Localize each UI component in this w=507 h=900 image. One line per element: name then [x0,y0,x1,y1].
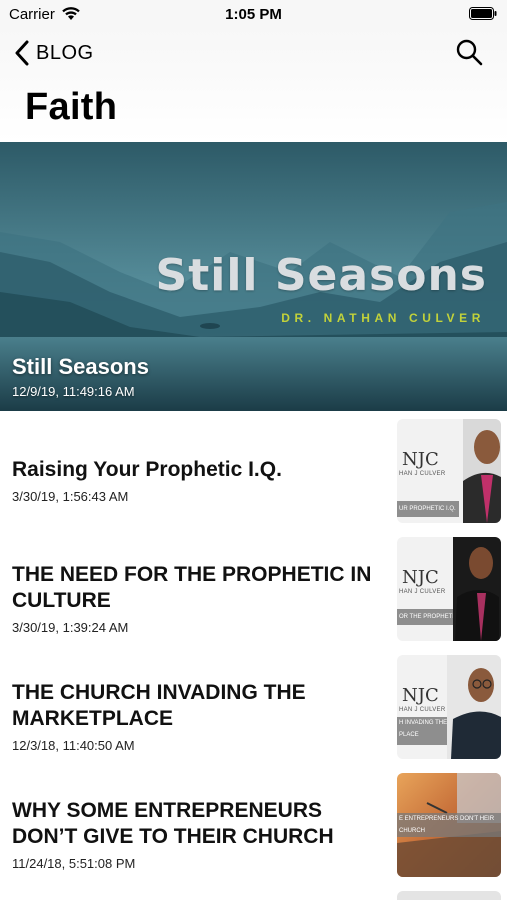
status-bar: Carrier 1:05 PM [0,0,507,28]
featured-post-title: Still Seasons [12,354,149,379]
search-icon[interactable] [455,38,483,66]
speaker-photo [447,655,501,759]
thumb-caption: UR PROPHETIC I.Q. [397,501,459,517]
post-item[interactable]: THE NEED FOR THE PROPHETIC IN CULTURE 3/… [0,529,507,647]
back-label: BLOG [36,41,94,64]
post-title: THE CHURCH INVADING THE MARKETPLACE [12,681,306,730]
post-title: THE NEED FOR THE PROPHETIC IN CULTURE [12,563,372,612]
featured-post[interactable]: Still Seasons DR. NATHAN CULVER Still Se… [0,142,507,411]
thumb-subline: HAN J CULVER [399,707,446,713]
speaker-photo [453,537,501,641]
thumb-monogram: NJC [402,449,439,470]
post-item[interactable]: Raising Your Prophetic I.Q. 3/30/19, 1:5… [0,411,507,529]
thumb-subline: HAN J CULVER [399,589,446,595]
chevron-left-icon [15,40,29,66]
post-thumbnail: NJC HAN J CULVER H INVADING THE PLACE [397,655,501,759]
post-date: 3/30/19, 1:56:43 AM [12,489,129,504]
page-title: Faith [25,86,118,128]
featured-post-date: 12/9/19, 11:49:16 AM [12,384,135,399]
thumb-caption: OR THE PROPHETIC [397,609,459,625]
post-title: Raising Your Prophetic I.Q. [12,458,282,481]
battery-icon [469,7,497,20]
thumb-monogram: NJC [402,685,439,706]
hero-graphic-author: DR. NATHAN CULVER [281,311,485,325]
post-date: 11/24/18, 5:51:08 PM [12,856,136,871]
status-time: 1:05 PM [225,6,282,23]
post-title: WHY SOME ENTREPRENEURS DON’T GIVE TO THE… [12,799,334,848]
post-item[interactable]: THE CHURCH INVADING THE MARKETPLACE 12/3… [0,647,507,765]
thumb-caption: E ENTREPRENEURS DON'T HEIR CHURCH [397,813,501,837]
post-item[interactable]: WHY SOME ENTREPRENEURS DON’T GIVE TO THE… [0,765,507,883]
post-date: 3/30/19, 1:39:24 AM [12,620,129,635]
post-thumbnail: NJC HAN J CULVER UR PROPHETIC I.Q. [397,419,501,523]
back-button[interactable]: BLOG [14,38,94,68]
post-thumbnail: E ENTREPRENEURS DON'T HEIR CHURCH [397,773,501,877]
navigation-bar: BLOG Faith [0,28,507,143]
post-date: 12/3/18, 11:40:50 AM [12,738,135,753]
post-thumbnail: NJC HAN J CULVER OR THE PROPHETIC [397,537,501,641]
thumb-monogram: NJC [402,567,439,588]
thumb-subline: HAN J CULVER [399,471,446,477]
post-thumbnail-partial [397,891,501,900]
hero-graphic-title: Still Seasons [155,250,487,301]
speaker-photo [463,419,501,523]
